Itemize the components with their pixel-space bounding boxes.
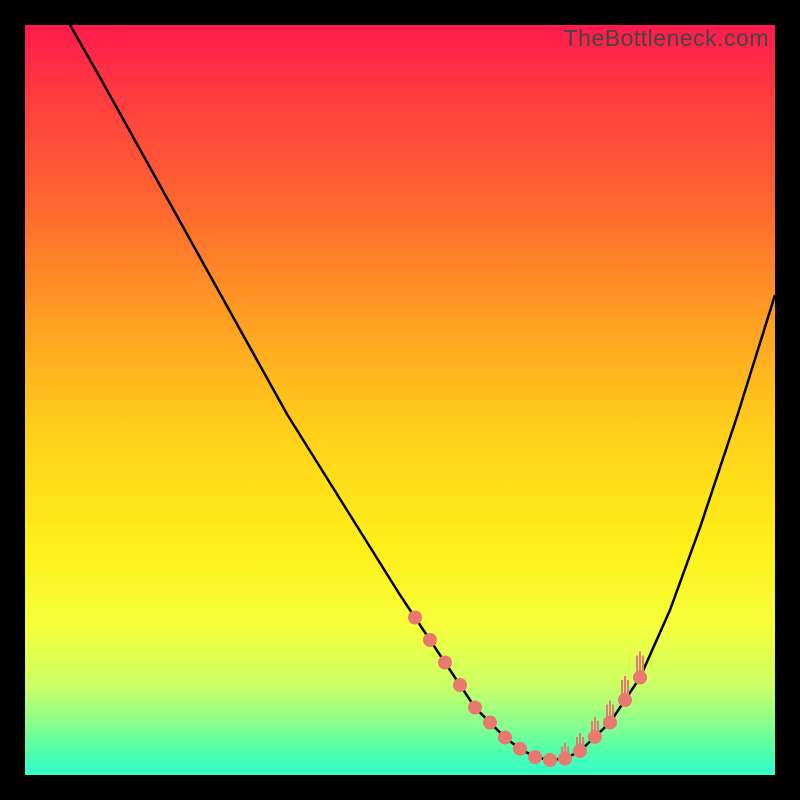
marker-dot bbox=[573, 744, 587, 758]
watermark-text: TheBottleneck.com bbox=[564, 25, 769, 52]
chart-frame: TheBottleneck.com bbox=[15, 15, 785, 785]
marker-dot bbox=[528, 750, 542, 764]
marker-dot bbox=[408, 611, 422, 625]
marker-dot bbox=[423, 633, 437, 647]
marker-dot bbox=[498, 731, 512, 745]
curve-layer bbox=[25, 25, 775, 775]
marker-dot bbox=[633, 671, 647, 685]
marker-dot bbox=[603, 716, 617, 730]
plot-area: TheBottleneck.com bbox=[25, 25, 775, 775]
marker-dot bbox=[483, 716, 497, 730]
marker-dot bbox=[513, 742, 527, 756]
marker-dot bbox=[438, 656, 452, 670]
marker-dot bbox=[468, 701, 482, 715]
bottleneck-curve bbox=[70, 25, 775, 760]
curve-markers bbox=[408, 611, 647, 768]
marker-dot bbox=[588, 730, 602, 744]
marker-dot bbox=[453, 678, 467, 692]
marker-dot bbox=[618, 693, 632, 707]
marker-dot bbox=[558, 752, 572, 766]
marker-dot bbox=[543, 753, 557, 767]
